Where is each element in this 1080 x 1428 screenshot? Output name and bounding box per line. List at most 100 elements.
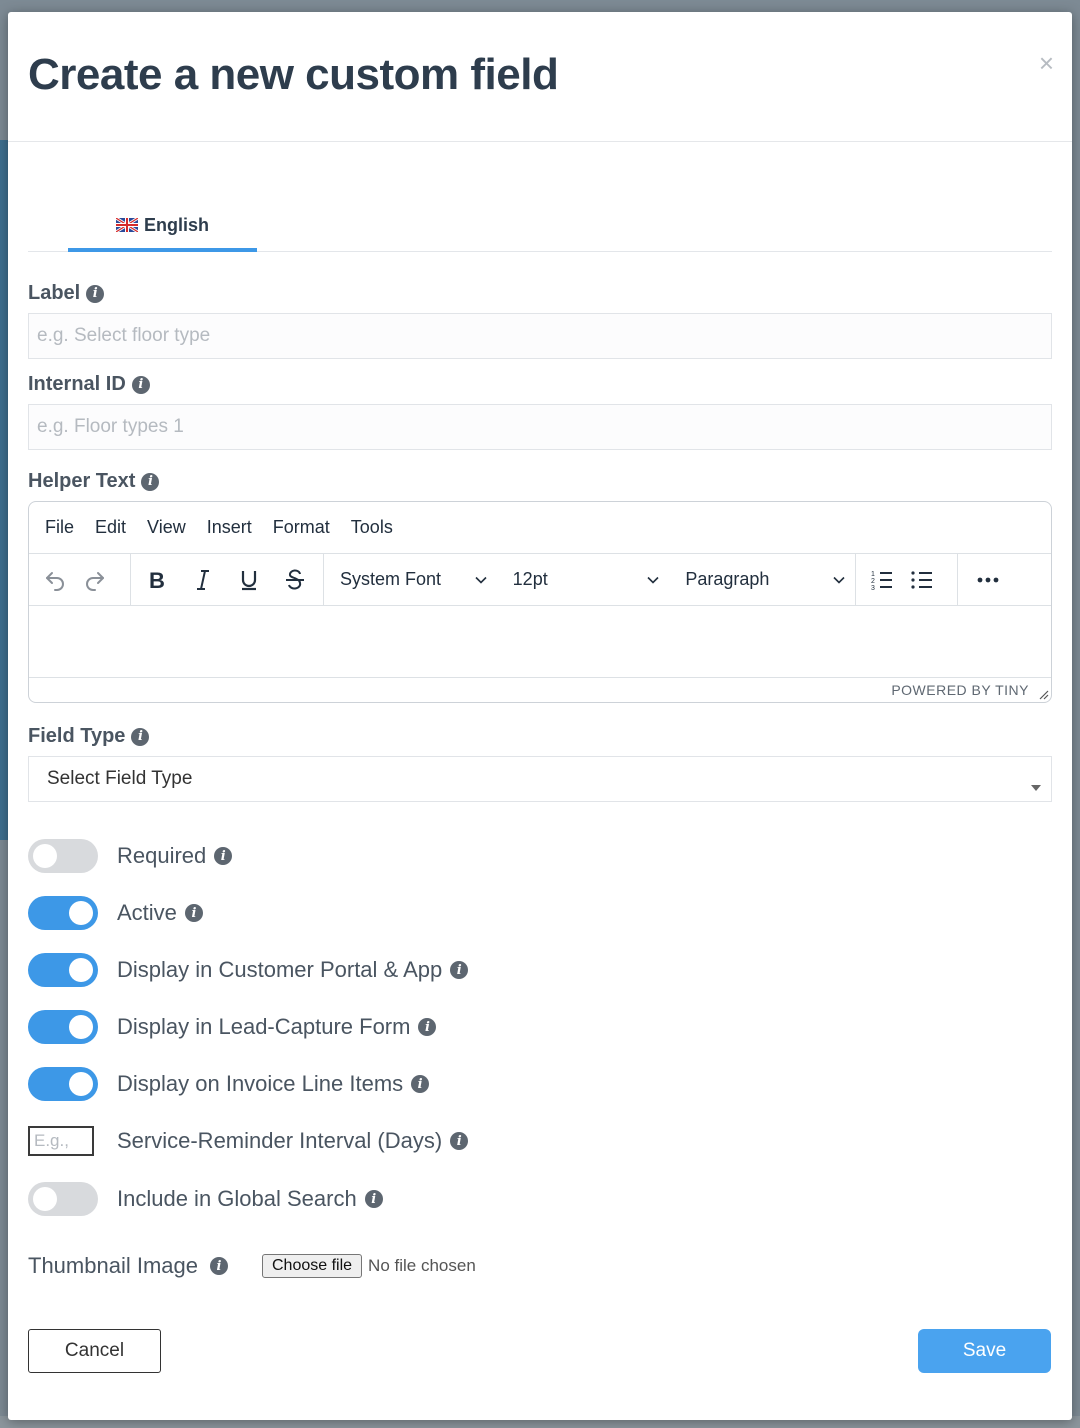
bold-button[interactable]: B xyxy=(137,562,177,598)
toggle-label: Display in Customer Portal & App i xyxy=(117,957,469,983)
choose-file-button[interactable]: Choose file xyxy=(262,1254,363,1278)
modal-header: Create a new custom field × xyxy=(8,12,1072,142)
info-icon[interactable]: i xyxy=(209,1257,228,1275)
save-button[interactable]: Save xyxy=(918,1329,1051,1373)
tab-english[interactable]: English xyxy=(68,202,257,252)
thumbnail-label: Thumbnail Image i xyxy=(28,1253,262,1279)
info-icon[interactable]: i xyxy=(364,1190,383,1208)
bullet-list-icon xyxy=(911,570,932,589)
undo-button[interactable] xyxy=(35,562,75,598)
info-icon[interactable]: i xyxy=(450,1132,469,1150)
toggle-knob xyxy=(33,844,57,868)
numbered-list-button[interactable]: 123 xyxy=(862,562,902,598)
editor-branding[interactable]: POWERED BY TINY xyxy=(891,682,1029,698)
redo-button[interactable] xyxy=(75,562,115,598)
block-format-select[interactable]: Paragraph xyxy=(669,569,855,590)
chevron-down-icon xyxy=(833,576,845,584)
undo-icon xyxy=(46,571,64,591)
editor-menubar: File Edit View Insert Format Tools xyxy=(29,502,1051,554)
info-icon[interactable]: i xyxy=(86,284,105,303)
toggle-label: Include in Global Search i xyxy=(117,1186,383,1212)
bullet-list-button[interactable] xyxy=(902,562,942,598)
toggle-label: Display in Lead-Capture Form i xyxy=(117,1014,437,1040)
field-type-value: Select Field Type xyxy=(47,768,193,789)
internal-id-input[interactable] xyxy=(28,404,1052,450)
italic-button[interactable] xyxy=(183,562,223,598)
active-label: Active xyxy=(117,900,177,925)
helper-text-text: Helper Text xyxy=(28,470,136,492)
label-input[interactable] xyxy=(28,313,1052,359)
info-icon[interactable]: i xyxy=(131,727,150,746)
editor-content-area[interactable] xyxy=(29,606,1051,678)
toggle-knob xyxy=(33,1187,57,1211)
underline-button[interactable] xyxy=(229,562,269,598)
info-icon[interactable]: i xyxy=(450,961,469,979)
menu-edit[interactable]: Edit xyxy=(95,517,137,538)
font-size-select[interactable]: 12pt xyxy=(497,569,670,590)
toggle-row-active: Active i xyxy=(28,895,203,931)
required-toggle[interactable] xyxy=(28,839,98,873)
info-icon[interactable]: i xyxy=(214,847,233,865)
field-type-text: Field Type xyxy=(28,725,126,747)
block-format-value: Paragraph xyxy=(685,569,770,589)
resize-handle-icon[interactable] xyxy=(1037,688,1049,700)
menu-insert[interactable]: Insert xyxy=(207,517,263,538)
global-search-toggle[interactable] xyxy=(28,1182,98,1216)
info-icon[interactable]: i xyxy=(411,1075,430,1093)
info-icon[interactable]: i xyxy=(131,375,150,394)
format-group: B xyxy=(131,554,324,605)
cancel-button[interactable]: Cancel xyxy=(28,1329,161,1373)
customer-portal-toggle[interactable] xyxy=(28,953,98,987)
menu-view[interactable]: View xyxy=(147,517,197,538)
font-family-select[interactable]: System Font xyxy=(324,569,497,590)
history-group xyxy=(29,554,131,605)
strikethrough-button[interactable] xyxy=(275,562,315,598)
custom-field-modal: Create a new custom field × English Labe… xyxy=(8,12,1072,1420)
info-icon[interactable]: i xyxy=(184,904,203,922)
modal-title: Create a new custom field xyxy=(28,50,559,99)
field-type-field-label: Field Type i xyxy=(28,725,150,748)
bold-icon: B xyxy=(149,569,165,591)
toggle-knob xyxy=(69,1072,93,1096)
svg-text:2: 2 xyxy=(871,578,875,585)
redo-icon xyxy=(86,571,104,591)
internal-id-text: Internal ID xyxy=(28,373,126,395)
toggle-knob xyxy=(69,901,93,925)
svg-text:B: B xyxy=(149,569,165,591)
label-field-label: Label i xyxy=(28,282,105,305)
menu-format[interactable]: Format xyxy=(273,517,341,538)
strikethrough-icon xyxy=(286,568,304,590)
helper-text-field-label: Helper Text i xyxy=(28,470,160,493)
tab-label: English xyxy=(143,214,209,235)
thumbnail-label-text: Thumbnail Image xyxy=(28,1253,198,1278)
toggle-knob xyxy=(69,1015,93,1039)
italic-icon xyxy=(197,569,209,590)
menu-tools[interactable]: Tools xyxy=(351,517,404,538)
info-icon[interactable]: i xyxy=(141,472,160,491)
menu-file[interactable]: File xyxy=(45,517,85,538)
required-label: Required xyxy=(117,843,207,868)
close-icon[interactable]: × xyxy=(1039,50,1054,76)
chevron-down-icon xyxy=(647,576,659,584)
invoice-line-items-toggle[interactable] xyxy=(28,1067,98,1101)
editor-toolbar: B System Font 12pt Paragraph 1 2 3 xyxy=(29,554,1051,606)
info-icon[interactable]: i xyxy=(418,1018,437,1036)
more-group xyxy=(958,554,1014,605)
toggle-row-customer-portal: Display in Customer Portal & App i xyxy=(28,952,469,988)
field-type-select[interactable]: Select Field Type xyxy=(28,756,1052,802)
font-family-value: System Font xyxy=(340,569,442,589)
more-button[interactable] xyxy=(968,562,1008,598)
uk-flag-icon xyxy=(115,218,138,232)
internal-id-field-label: Internal ID i xyxy=(28,373,150,396)
lead-capture-toggle[interactable] xyxy=(28,1010,98,1044)
interval-label: Service-Reminder Interval (Days) i xyxy=(117,1128,469,1154)
service-reminder-interval-input[interactable] xyxy=(28,1126,94,1156)
active-toggle[interactable] xyxy=(28,896,98,930)
svg-text:1: 1 xyxy=(871,571,875,578)
toggle-knob xyxy=(69,958,93,982)
toggle-label: Required i xyxy=(117,843,233,869)
toggle-row-global-search: Include in Global Search i xyxy=(28,1181,383,1217)
customer-portal-label: Display in Customer Portal & App xyxy=(117,957,443,982)
list-group: 123 xyxy=(856,554,958,605)
toggle-label: Display on Invoice Line Items i xyxy=(117,1071,430,1097)
